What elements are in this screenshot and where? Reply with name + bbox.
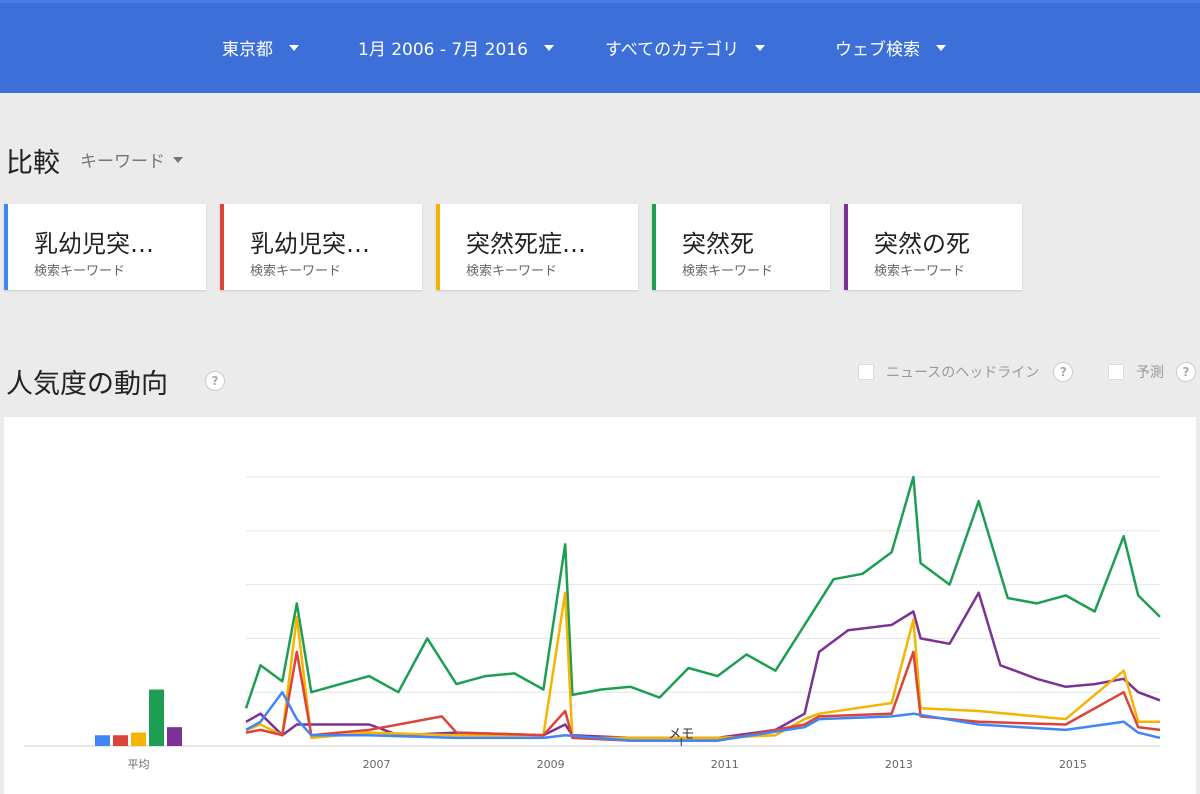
- category-label: すべてのカテゴリ: [605, 40, 740, 60]
- memo-label: メモ: [668, 727, 694, 742]
- x-tick-label: 2013: [885, 758, 913, 771]
- chevron-down-icon: [543, 44, 554, 51]
- term-card-label: 突然死症…: [466, 230, 586, 258]
- term-card-type: 検索キーワード: [874, 264, 966, 279]
- compare-type-label: キーワード: [80, 152, 165, 172]
- average-bar: [113, 735, 128, 746]
- term-card-type: 検索キーワード: [34, 264, 126, 279]
- term-card-2[interactable]: 乳幼児突… 検索キーワード: [220, 204, 422, 290]
- region-label: 東京都: [222, 40, 273, 60]
- x-tick-label: 2007: [363, 758, 391, 771]
- news-headlines-checkbox[interactable]: [858, 364, 874, 380]
- term-card-1[interactable]: 乳幼児突… 検索キーワード: [4, 204, 206, 290]
- average-bar: [95, 735, 110, 746]
- term-card-label: 突然死: [682, 230, 754, 258]
- term-card-type: 検索キーワード: [466, 264, 558, 279]
- average-bar: [149, 689, 164, 746]
- series-line: [245, 591, 1160, 740]
- term-card-type: 検索キーワード: [682, 264, 774, 279]
- category-dropdown[interactable]: すべてのカテゴリ: [605, 35, 766, 60]
- top-filter-bar: 東京都 1月 2006 - 7月 2016 すべてのカテゴリ ウェブ検索: [0, 0, 1200, 93]
- trend-chart-panel: 2007 2009 2011 2013 2015 平均 メモ: [4, 417, 1196, 794]
- chevron-down-icon: [289, 44, 299, 51]
- news-headlines-label: ニュースのヘッドライン: [886, 365, 1040, 381]
- help-icon[interactable]: ?: [1053, 362, 1074, 382]
- trend-chart: 2007 2009 2011 2013 2015 平均 メモ: [24, 475, 1161, 771]
- average-bar: [131, 732, 146, 746]
- term-card-label: 乳幼児突…: [34, 230, 154, 258]
- news-headlines-option[interactable]: ニュースのヘッドライン ?: [858, 362, 1074, 382]
- average-bar: [167, 727, 182, 746]
- term-card-label: 乳幼児突…: [250, 230, 370, 258]
- term-card-type: 検索キーワード: [250, 264, 342, 279]
- average-label: 平均: [128, 758, 150, 771]
- term-card-label: 突然の死: [874, 230, 970, 258]
- forecast-label: 予測: [1136, 365, 1164, 381]
- search-type-label: ウェブ検索: [835, 40, 920, 60]
- forecast-option[interactable]: 予測 ?: [1108, 362, 1196, 382]
- help-icon[interactable]: ?: [205, 371, 225, 391]
- trend-heading: 人気度の動向: [6, 369, 168, 400]
- x-tick-label: 2009: [537, 758, 565, 771]
- chevron-down-icon: [173, 156, 183, 163]
- term-card-3[interactable]: 突然死症… 検索キーワード: [436, 204, 638, 290]
- chevron-down-icon: [936, 44, 946, 51]
- search-type-dropdown[interactable]: ウェブ検索: [835, 35, 946, 60]
- forecast-checkbox[interactable]: [1108, 364, 1124, 380]
- term-card-4[interactable]: 突然死 検索キーワード: [652, 204, 830, 290]
- compare-heading: 比較: [6, 148, 60, 179]
- chevron-down-icon: [755, 44, 766, 51]
- x-tick-label: 2015: [1059, 758, 1087, 771]
- x-tick-label: 2011: [711, 758, 739, 771]
- compare-type-dropdown[interactable]: キーワード: [80, 147, 183, 172]
- help-icon[interactable]: ?: [1176, 362, 1196, 382]
- period-dropdown[interactable]: 1月 2006 - 7月 2016: [358, 35, 554, 60]
- period-label: 1月 2006 - 7月 2016: [358, 40, 528, 60]
- term-card-5[interactable]: 突然の死 検索キーワード: [844, 204, 1022, 290]
- region-dropdown[interactable]: 東京都: [222, 35, 299, 60]
